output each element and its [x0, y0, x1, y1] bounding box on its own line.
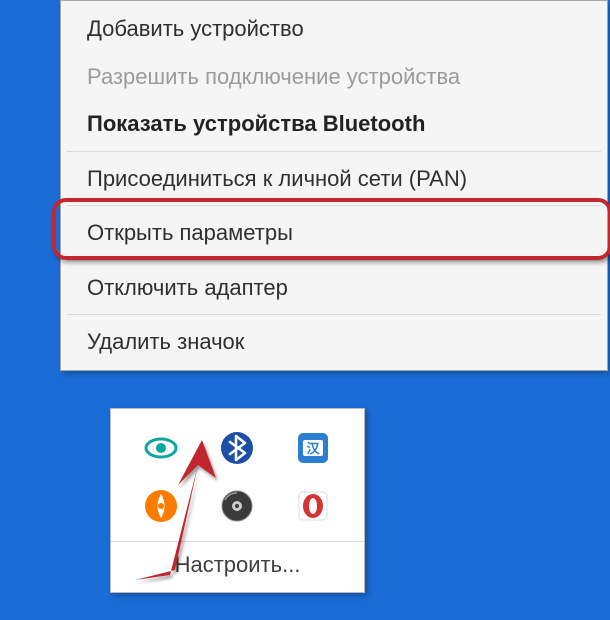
bluetooth-context-menu: Добавить устройство Разрешить подключени… — [60, 0, 608, 371]
menu-add-device[interactable]: Добавить устройство — [63, 5, 605, 53]
menu-separator — [67, 260, 601, 261]
menu-separator — [67, 205, 601, 206]
menu-separator — [67, 314, 601, 315]
menu-disable-adapter[interactable]: Отключить адаптер — [63, 264, 605, 312]
eye-icon[interactable] — [143, 430, 179, 466]
tray-customize-link[interactable]: Настроить... — [111, 541, 364, 592]
menu-show-bt-devices[interactable]: Показать устройства Bluetooth — [63, 100, 605, 148]
tray-icons-grid: 汉 — [111, 409, 364, 541]
tray-overflow-popup: 汉 — [110, 408, 365, 593]
menu-join-pan[interactable]: Присоединиться к личной сети (PAN) — [63, 155, 605, 203]
menu-allow-connection: Разрешить подключение устройства — [63, 53, 605, 101]
avast-icon[interactable] — [143, 488, 179, 524]
menu-remove-icon[interactable]: Удалить значок — [63, 318, 605, 366]
svg-text:汉: 汉 — [306, 441, 320, 456]
menu-open-settings[interactable]: Открыть параметры — [63, 209, 605, 257]
bluetooth-icon[interactable] — [219, 430, 255, 466]
translate-icon[interactable]: 汉 — [295, 430, 331, 466]
menu-separator — [67, 151, 601, 152]
disc-icon[interactable] — [219, 488, 255, 524]
opera-icon[interactable] — [295, 488, 331, 524]
